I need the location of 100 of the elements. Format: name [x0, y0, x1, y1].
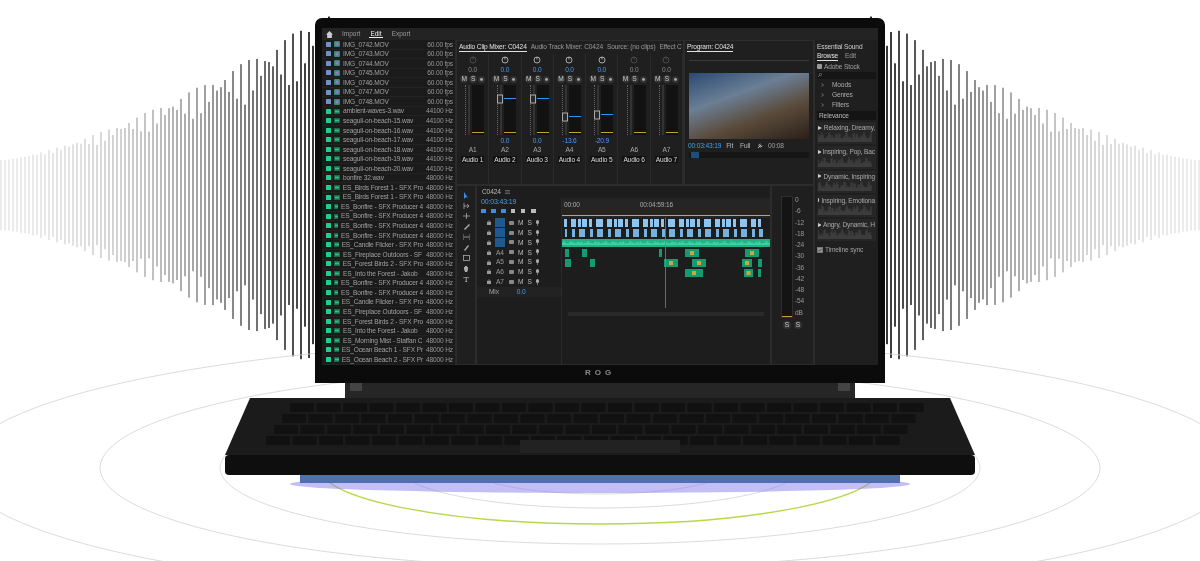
- lock-icon[interactable]: [487, 249, 491, 255]
- microphone-icon[interactable]: [535, 239, 539, 246]
- audio-label-swatch: [326, 194, 331, 200]
- audio-file-icon: [334, 223, 338, 229]
- track-select-icon[interactable]: [462, 203, 470, 209]
- audio-file-icon: [334, 337, 340, 343]
- video-label-swatch: [326, 89, 331, 95]
- record-icon[interactable]: [478, 75, 486, 83]
- menu-icon[interactable]: [504, 190, 510, 194]
- fader-handle[interactable]: [497, 94, 504, 104]
- audio-label-swatch: [326, 165, 331, 171]
- audio-file-icon: [334, 280, 338, 286]
- ripple-edit-icon[interactable]: [462, 213, 470, 219]
- microphone-icon[interactable]: [535, 219, 539, 226]
- video-label-swatch: [326, 99, 331, 105]
- audio-label-swatch: [326, 270, 331, 276]
- record-icon[interactable]: [575, 75, 582, 83]
- audio-label-swatch: [326, 318, 331, 324]
- audio-label-swatch: [326, 184, 331, 190]
- audio-label-swatch: [326, 204, 331, 210]
- audio-file-icon: [334, 146, 340, 152]
- record-icon[interactable]: [510, 75, 518, 83]
- pen-icon[interactable]: [463, 244, 469, 251]
- microphone-icon[interactable]: [535, 278, 539, 285]
- selection-tool-icon[interactable]: [463, 192, 469, 199]
- audio-label-swatch: [326, 337, 331, 343]
- audio-file-icon: [334, 347, 339, 353]
- video-label-swatch: [326, 41, 331, 47]
- hand-icon[interactable]: [462, 265, 470, 272]
- lock-icon[interactable]: [487, 259, 491, 265]
- fader-track: [629, 85, 632, 136]
- play-icon[interactable]: [818, 149, 821, 154]
- lock-icon[interactable]: [487, 240, 491, 245]
- fader-handle[interactable]: [529, 94, 536, 104]
- microphone-icon[interactable]: [535, 268, 539, 275]
- level-meter: [504, 85, 517, 136]
- audio-file-icon: [334, 270, 340, 276]
- audio-label-swatch: [326, 137, 331, 143]
- level-meter: [665, 85, 678, 136]
- audio-file-icon: [334, 299, 339, 305]
- audio-label-swatch: [326, 146, 331, 152]
- microphone-icon[interactable]: [535, 259, 539, 266]
- waveform-drawing: [818, 205, 872, 215]
- rectangle-tool-icon[interactable]: [462, 255, 470, 261]
- microphone-icon[interactable]: [535, 229, 539, 236]
- level-meter: [536, 85, 549, 136]
- audio-file-icon: [334, 156, 340, 162]
- fader-handle[interactable]: [562, 112, 568, 122]
- audio-file-icon: [334, 290, 338, 295]
- lock-icon[interactable]: [487, 279, 491, 285]
- audio-label-swatch: [326, 290, 331, 295]
- play-icon[interactable]: [818, 174, 822, 179]
- audio-file-icon: [334, 175, 340, 181]
- microphone-icon[interactable]: [535, 249, 539, 256]
- audio-label-swatch: [326, 232, 331, 238]
- checkbox[interactable]: [817, 246, 823, 253]
- record-icon[interactable]: [607, 75, 615, 83]
- audio-file-icon: [334, 194, 340, 200]
- lock-icon[interactable]: [487, 220, 491, 226]
- audio-file-icon: [334, 108, 340, 114]
- record-icon[interactable]: [639, 75, 647, 83]
- audio-file-icon: [334, 318, 340, 324]
- play-icon[interactable]: [818, 125, 822, 130]
- fader-handle[interactable]: [594, 110, 601, 120]
- audio-label-swatch: [326, 356, 331, 362]
- audio-label-swatch: [326, 251, 331, 257]
- track-target[interactable]: [495, 218, 505, 228]
- waveform-drawing: [818, 156, 872, 167]
- audio-label-swatch: [326, 127, 331, 133]
- audio-file-icon: [334, 251, 340, 257]
- search-field[interactable]: [817, 71, 876, 79]
- track-target[interactable]: [495, 228, 505, 238]
- level-meter: [472, 85, 485, 136]
- waveform-drawing: [818, 132, 872, 143]
- audio-label-swatch: [326, 118, 331, 124]
- audio-label-swatch: [326, 242, 331, 248]
- level-meter: [633, 85, 646, 136]
- audio-label-swatch: [326, 175, 331, 181]
- audio-label-swatch: [326, 328, 331, 334]
- razor-icon[interactable]: [462, 223, 470, 230]
- audio-file-icon: [334, 242, 339, 248]
- level-meter: [569, 85, 581, 136]
- play-icon[interactable]: [818, 222, 822, 227]
- home-icon[interactable]: [326, 30, 333, 38]
- audio-label-swatch: [326, 223, 331, 229]
- audio-file-icon: [334, 232, 338, 238]
- audio-file-icon: [334, 328, 340, 334]
- brand-logo: ROG: [584, 369, 616, 377]
- audio-label-swatch: [326, 108, 331, 114]
- audio-file-icon: [334, 261, 340, 267]
- lock-icon[interactable]: [487, 230, 491, 236]
- fader-track: [661, 85, 664, 136]
- record-icon[interactable]: [671, 75, 679, 83]
- type-tool[interactable]: T: [463, 276, 469, 285]
- search-icon: [818, 73, 822, 78]
- lock-icon[interactable]: [487, 269, 491, 275]
- track-target[interactable]: [495, 238, 505, 247]
- wrench-icon[interactable]: [757, 142, 764, 149]
- record-icon[interactable]: [542, 75, 550, 83]
- audio-label-swatch: [326, 213, 331, 219]
